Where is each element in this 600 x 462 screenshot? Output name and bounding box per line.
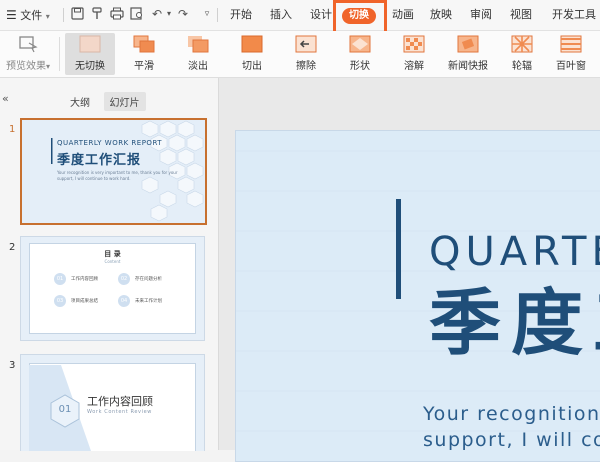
format-painter-icon[interactable] xyxy=(90,7,104,21)
toc-number-badge: 02 xyxy=(118,273,130,285)
slide-number: 3 xyxy=(9,360,16,371)
tab-animation[interactable]: 动画 xyxy=(392,0,414,30)
hamburger-icon: ☰ xyxy=(6,8,17,22)
print-preview-icon[interactable] xyxy=(130,7,144,21)
slide-subtitle-line2: support, I will continue to work hard. xyxy=(423,429,600,451)
save-icon[interactable] xyxy=(70,7,84,21)
slide-thumbnail-1[interactable]: QUARTERLY WORK REPORT 季度工作汇报 Your recogn… xyxy=(20,118,207,225)
newsflash-icon xyxy=(457,35,479,53)
blinds-icon xyxy=(560,35,582,53)
slide-title-cn: 季度工作汇报 xyxy=(429,281,600,365)
section-title: 工作内容回顾 xyxy=(87,395,153,408)
tab-insert[interactable]: 插入 xyxy=(270,0,292,30)
transition-label: 溶解 xyxy=(404,61,424,72)
current-slide[interactable]: QUARTERLY WORK REPORT 季度工作汇报 Your recogn… xyxy=(235,130,600,462)
toc-item: 未来工作计划 xyxy=(135,299,162,304)
slide-subtitle-line2: support, I will continue to work hard. xyxy=(57,176,131,181)
preview-effect-button[interactable]: 预览效果▾ xyxy=(0,33,56,75)
slide-thumbnail-3[interactable]: 01 工作内容回顾 Work Content Review xyxy=(20,354,205,451)
no-transition-icon xyxy=(79,35,101,53)
redo-icon[interactable]: ↷ xyxy=(176,7,190,21)
slide-title-cn: 季度工作汇报 xyxy=(57,153,142,168)
slide-subtitle-line1: Your recognition is very important to me… xyxy=(57,170,178,175)
tab-outline[interactable]: 大纲 xyxy=(64,92,96,111)
transition-label: 淡出 xyxy=(188,61,208,72)
transition-fade[interactable]: 淡出 xyxy=(173,33,223,75)
transition-smooth[interactable]: 平滑 xyxy=(119,33,169,75)
cut-icon xyxy=(241,35,263,53)
toc-subtitle: Content xyxy=(104,259,121,264)
tab-design[interactable]: 设计 xyxy=(310,0,332,30)
tab-review[interactable]: 审阅 xyxy=(470,0,492,30)
transition-label: 擦除 xyxy=(296,61,316,72)
transition-shape[interactable]: 形状 xyxy=(335,33,385,75)
toc-item: 存在问题分析 xyxy=(135,277,162,282)
tab-view[interactable]: 视图 xyxy=(510,0,532,30)
transition-label: 形状 xyxy=(350,61,370,72)
transitions-ribbon: 预览效果▾ 无切换 平滑 淡出 切出 擦除 形状 溶解 新闻快报 轮辐 百叶窗 xyxy=(0,31,600,78)
toc-number-badge: 04 xyxy=(118,295,130,307)
fade-icon xyxy=(188,36,209,53)
slide-number: 2 xyxy=(9,242,16,253)
file-menu[interactable]: ☰ 文件 ▾ xyxy=(6,0,50,30)
toc-title: 目 录 xyxy=(104,250,121,258)
shape-icon xyxy=(349,35,371,53)
tab-slides[interactable]: 幻灯片 xyxy=(103,92,146,111)
transition-wheel[interactable]: 轮辐 xyxy=(497,33,547,75)
slide-thumbnail-2[interactable]: 目 录 Content 01 工作内容回顾 02 存在问题分析 03 项目成果总… xyxy=(20,236,205,341)
print-icon[interactable] xyxy=(110,7,124,21)
transition-label: 无切换 xyxy=(75,61,105,72)
file-menu-label: 文件 xyxy=(20,9,43,22)
preview-effect-label: 预览效果 xyxy=(5,61,46,72)
collapse-panel-icon[interactable]: « xyxy=(2,92,9,105)
transition-label: 百叶窗 xyxy=(556,61,586,72)
toc-number-badge: 03 xyxy=(54,295,66,307)
toc-number-badge: 01 xyxy=(54,273,66,285)
dissolve-icon xyxy=(403,35,425,53)
slide-title-en: QUARTERLY WORK REPORT xyxy=(57,139,163,147)
transition-blinds[interactable]: 百叶窗 xyxy=(546,33,596,75)
separator xyxy=(59,37,60,71)
tab-home[interactable]: 开始 xyxy=(230,0,252,30)
section-number: 01 xyxy=(58,404,72,415)
toc-item: 工作内容回顾 xyxy=(71,277,98,282)
view-tabs: 大纲 幻灯片 xyxy=(64,92,150,111)
separator xyxy=(217,8,218,22)
customize-toolbar-icon[interactable]: ▿ xyxy=(200,7,214,21)
transition-dissolve[interactable]: 溶解 xyxy=(389,33,439,75)
transition-cut[interactable]: 切出 xyxy=(227,33,277,75)
preview-icon xyxy=(19,36,38,53)
slide-number: 1 xyxy=(9,124,16,135)
tab-slideshow[interactable]: 放映 xyxy=(430,0,452,30)
transition-wipe[interactable]: 擦除 xyxy=(281,33,331,75)
chevron-down-icon: ▾ xyxy=(45,12,50,21)
smooth-icon xyxy=(133,35,155,53)
slide-panel: « 大纲 幻灯片 1 QUARTERLY WORK REPORT 季度工作汇报 … xyxy=(0,78,219,451)
chevron-down-icon: ▾ xyxy=(45,62,50,71)
transition-label: 切出 xyxy=(242,61,262,72)
transition-none[interactable]: 无切换 xyxy=(65,33,115,75)
slide-canvas: QUARTERLY WORK REPORT 季度工作汇报 Your recogn… xyxy=(219,78,600,462)
chevron-down-icon[interactable]: ▾ xyxy=(162,7,176,21)
wheel-icon xyxy=(511,35,533,53)
toc-item: 项目成果总结 xyxy=(71,299,98,304)
transition-label: 平滑 xyxy=(134,61,154,72)
tab-developer[interactable]: 开发工具 xyxy=(552,0,596,30)
wipe-icon xyxy=(295,35,317,53)
ribbon-tab-bar: ☰ 文件 ▾ ↶ ▾ ↷ ▿ 开始 插入 设计 动画 放映 审阅 视图 开发工具… xyxy=(0,0,600,31)
slide-title-en: QUARTERLY WORK REPORT xyxy=(429,229,600,275)
transition-newsflash[interactable]: 新闻快报 xyxy=(443,33,493,75)
slide-subtitle-line1: Your recognition is very important to me… xyxy=(423,403,600,425)
transition-label: 新闻快报 xyxy=(448,61,488,72)
section-subtitle: Work Content Review xyxy=(87,409,152,415)
title-accent-bar xyxy=(396,199,401,299)
transition-label: 轮辐 xyxy=(512,61,532,72)
separator xyxy=(63,8,64,22)
